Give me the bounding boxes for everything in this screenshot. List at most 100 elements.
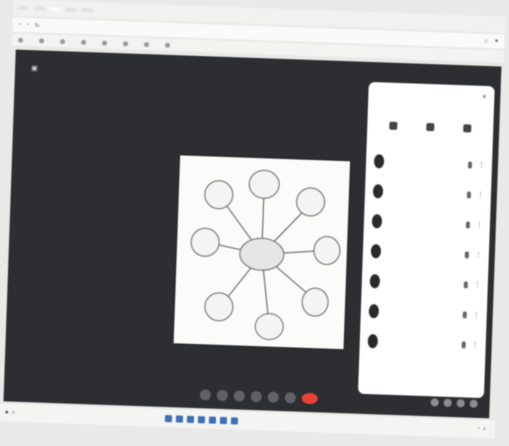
bookmark-icon (60, 39, 65, 44)
panel-tab[interactable] (426, 123, 434, 134)
app-icon[interactable] (165, 414, 172, 421)
center-node (239, 238, 284, 272)
more-options-icon[interactable]: ⋮ (476, 221, 482, 229)
mind-map-diagram (174, 155, 350, 349)
app-icon[interactable] (209, 416, 216, 423)
diagram-node (249, 170, 280, 199)
taskbar-search[interactable]: ■ ⌕ (5, 409, 125, 419)
close-icon[interactable]: × (482, 94, 486, 101)
browser-tab[interactable] (33, 6, 45, 10)
system-tray: ◔ ◖ (477, 426, 489, 432)
participant-row[interactable]: ⋮ (373, 176, 484, 210)
mic-icon (462, 341, 466, 348)
participant-row[interactable]: ⋮ (374, 146, 485, 180)
photo-of-screen: ‹ › ↻ ☆ ● ▣ (0, 0, 509, 446)
mic-icon (464, 281, 468, 288)
diagram-node (191, 228, 220, 257)
avatar (373, 184, 383, 198)
diagram-node (255, 313, 284, 340)
leave-call-button[interactable] (302, 392, 318, 404)
back-icon[interactable]: ‹ (19, 22, 21, 28)
raise-hand-button[interactable] (251, 390, 262, 401)
participant-row[interactable]: ⋮ (371, 206, 482, 240)
mic-icon (468, 161, 472, 168)
participant-row[interactable]: ⋮ (370, 236, 481, 270)
participant-row[interactable]: ⋮ (369, 266, 480, 300)
panel-tab[interactable] (463, 124, 471, 135)
taskbar-apps (165, 414, 238, 424)
people-icon (390, 122, 398, 130)
bookmark-icon (165, 42, 170, 47)
avatar (371, 244, 381, 258)
avatar (368, 334, 378, 348)
bookmark-icon (18, 37, 23, 42)
bookmark-icon (123, 41, 128, 46)
app-icon[interactable] (220, 416, 227, 423)
mic-icon (466, 221, 470, 228)
mic-icon (467, 191, 471, 198)
camera-toggle-button[interactable] (217, 389, 228, 400)
captions-button[interactable] (234, 390, 245, 401)
browser-tab[interactable] (65, 7, 77, 11)
avatar (370, 274, 380, 288)
app-icon[interactable] (198, 416, 205, 423)
windows-start-icon[interactable]: ■ (5, 409, 8, 415)
people-icon[interactable] (444, 399, 452, 407)
participant-list: ⋮ ⋮ ⋮ ⋮ ⋮ ⋮ ⋮ (367, 146, 484, 360)
avatar (374, 154, 384, 168)
more-options-icon[interactable]: ⋮ (474, 281, 480, 289)
app-icon[interactable] (231, 417, 238, 424)
browser-tab[interactable] (17, 6, 29, 10)
shared-screen (174, 155, 350, 349)
more-options-icon[interactable]: ⋮ (475, 251, 481, 259)
mic-icon (463, 311, 467, 318)
reload-icon[interactable]: ↻ (34, 22, 39, 29)
star-icon[interactable]: ☆ (483, 37, 489, 44)
diagram-node (313, 236, 340, 265)
info-icon[interactable] (431, 398, 439, 406)
participant-name (384, 342, 456, 345)
diagram-node (204, 180, 233, 209)
mic-icon (465, 251, 469, 258)
activities-icon[interactable] (470, 400, 478, 408)
app-icon[interactable] (187, 415, 194, 422)
bookmark-icon (39, 38, 44, 43)
wifi-icon[interactable]: ◔ (477, 426, 480, 432)
search-icon: ⌕ (12, 410, 15, 416)
browser-tab-active[interactable] (49, 7, 61, 11)
activities-icon (463, 124, 471, 132)
more-options-icon[interactable]: ⋮ (478, 161, 484, 169)
mic-toggle-button[interactable] (200, 389, 211, 400)
diagram-node (302, 288, 329, 317)
volume-icon[interactable]: ◖ (483, 426, 486, 432)
forward-icon[interactable]: › (27, 22, 29, 28)
presenting-icon: ▣ (31, 64, 38, 72)
participant-name (390, 162, 462, 165)
people-panel: × ⋮ ⋮ ⋮ ⋮ ⋮ ⋮ ⋮ (358, 82, 495, 398)
browser-tab[interactable] (81, 8, 93, 12)
more-options-icon[interactable]: ⋮ (473, 311, 479, 319)
participant-name (385, 312, 457, 315)
present-button[interactable] (268, 391, 279, 402)
meeting-stage: ▣ (3, 50, 501, 419)
panel-tab[interactable] (389, 122, 397, 133)
bookmark-icon (144, 42, 149, 47)
avatar (369, 304, 379, 318)
profile-icon[interactable]: ● (495, 38, 499, 44)
more-options-button[interactable] (285, 392, 296, 403)
chat-icon (426, 123, 434, 131)
participant-name (389, 192, 461, 195)
bookmark-icon (102, 40, 107, 45)
more-options-icon[interactable]: ⋮ (472, 341, 478, 349)
participant-name (386, 282, 458, 285)
app-icon[interactable] (176, 415, 183, 422)
participant-row[interactable]: ⋮ (368, 296, 479, 330)
chat-icon[interactable] (457, 399, 465, 407)
meeting-title-bar: ▣ (31, 64, 43, 72)
participant-name (388, 222, 460, 225)
participant-row[interactable]: ⋮ (367, 326, 478, 360)
panel-tabs (375, 121, 485, 136)
diagram-node (296, 187, 325, 216)
more-options-icon[interactable]: ⋮ (477, 191, 483, 199)
avatar (372, 214, 382, 228)
